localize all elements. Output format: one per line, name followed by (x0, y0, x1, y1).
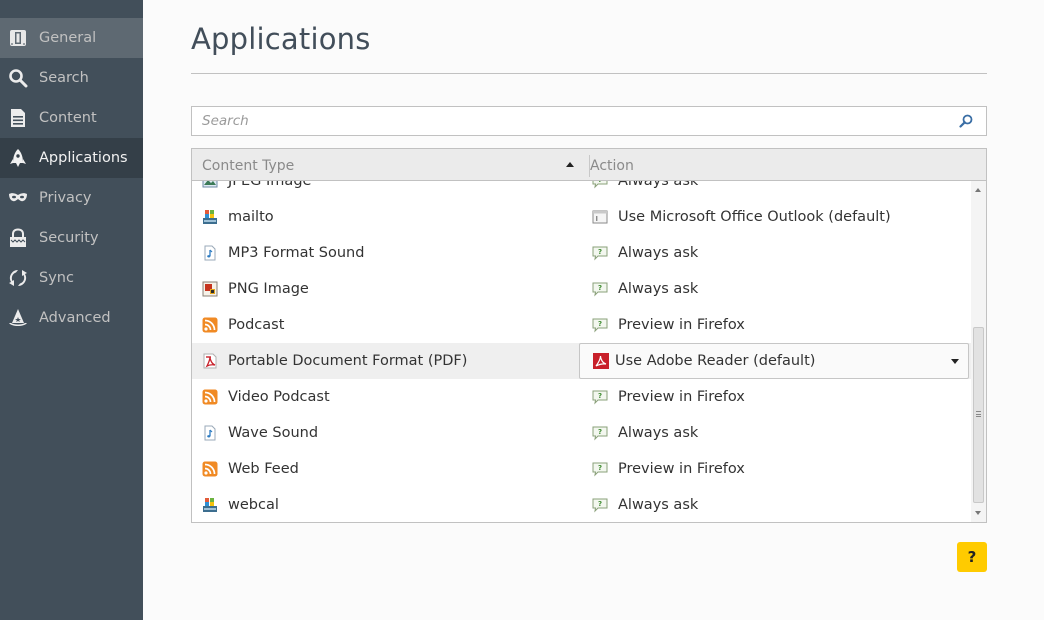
always-ask-icon (592, 497, 608, 513)
sidebar-item-privacy[interactable]: Privacy (0, 178, 143, 218)
security-icon (8, 228, 28, 248)
table-row[interactable]: PNG Image Always ask (192, 271, 971, 307)
always-ask-icon (592, 317, 608, 333)
adobe-reader-icon (593, 353, 609, 369)
general-icon (8, 28, 28, 48)
scroll-down-arrow-icon[interactable] (975, 511, 981, 515)
sidebar-item-search[interactable]: Search (0, 58, 143, 98)
table-header: Content Type Action (192, 149, 986, 181)
search-input[interactable] (192, 113, 958, 129)
sidebar-item-content[interactable]: Content (0, 98, 143, 138)
action-dropdown[interactable]: Use Adobe Reader (default) (579, 343, 969, 379)
sidebar-item-advanced[interactable]: Advanced (0, 298, 143, 338)
table-row[interactable]: MP3 Format Sound Always ask (192, 235, 971, 271)
content-type-label: Podcast (228, 317, 285, 333)
scroll-up-arrow-icon[interactable] (975, 188, 981, 192)
privacy-icon (8, 188, 28, 208)
always-ask-icon (592, 245, 608, 261)
page-title: Applications (191, 22, 371, 56)
sort-ascending-icon (566, 162, 574, 167)
sidebar-item-label: Applications (39, 150, 128, 166)
table-row[interactable]: Podcast Preview in Firefox (192, 307, 971, 343)
png-image-icon (202, 281, 218, 297)
action-label: Preview in Firefox (618, 389, 745, 405)
content-icon (8, 108, 28, 128)
action-label: Use Microsoft Office Outlook (default) (618, 209, 891, 225)
search-icon[interactable] (958, 113, 974, 129)
column-header-action[interactable]: Action (590, 149, 970, 181)
content-type-label: mailto (228, 209, 274, 225)
applications-icon (8, 148, 28, 168)
table-row[interactable]: Video Podcast Preview in Firefox (192, 379, 971, 415)
content-type-label: Wave Sound (228, 425, 319, 441)
help-button[interactable]: ? (957, 542, 987, 572)
table-row[interactable]: Web Feed Preview in Firefox (192, 451, 971, 487)
always-ask-icon (592, 425, 608, 441)
windows-app-icon (202, 209, 218, 225)
table-row[interactable]: Wave Sound Always ask (192, 415, 971, 451)
action-label: Always ask (618, 281, 699, 297)
content-type-label: Web Feed (228, 461, 299, 477)
content-type-label: PNG Image (228, 281, 309, 297)
sidebar-item-label: Advanced (39, 310, 111, 326)
rss-feed-icon (202, 389, 218, 405)
grip-icon (976, 411, 981, 417)
rss-feed-icon (202, 317, 218, 333)
sync-icon (8, 268, 28, 288)
table-row[interactable]: mailto Use Microsoft Office Outlook (def… (192, 199, 971, 235)
pdf-icon (202, 353, 218, 369)
sidebar-item-label: Security (39, 230, 99, 246)
sidebar-item-applications[interactable]: Applications (0, 138, 143, 178)
table-row[interactable]: webcal Always ask (192, 487, 971, 522)
sidebar-item-label: Content (39, 110, 97, 126)
always-ask-icon (592, 281, 608, 297)
chevron-down-icon (951, 359, 959, 364)
application-icon (592, 209, 608, 225)
advanced-icon (8, 308, 28, 328)
always-ask-icon (592, 461, 608, 477)
applications-table: Content Type Action JPEG Image Always as… (191, 148, 987, 523)
table-row-selected[interactable]: Portable Document Format (PDF) Use Adobe… (192, 343, 971, 379)
sidebar-item-label: General (39, 30, 97, 46)
content-type-label: webcal (228, 497, 279, 513)
rss-feed-icon (202, 461, 218, 477)
content-type-label: Portable Document Format (PDF) (228, 353, 468, 369)
sidebar: General Search Content Applications Priv… (0, 0, 143, 620)
audio-file-icon (202, 425, 218, 441)
column-header-content-type[interactable]: Content Type (202, 149, 582, 181)
action-label: Always ask (618, 425, 699, 441)
table-body: JPEG Image Always ask mailto Use Microso… (192, 163, 971, 522)
sidebar-item-label: Privacy (39, 190, 92, 206)
search-box[interactable] (191, 106, 987, 136)
action-label: Preview in Firefox (618, 317, 745, 333)
action-dropdown-value: Use Adobe Reader (default) (615, 353, 816, 369)
content-type-label: Video Podcast (228, 389, 330, 405)
always-ask-icon (592, 389, 608, 405)
windows-app-icon (202, 497, 218, 513)
action-label: Always ask (618, 497, 699, 513)
action-label: Preview in Firefox (618, 461, 745, 477)
search-icon (8, 68, 28, 88)
action-label: Always ask (618, 245, 699, 261)
content-type-label: MP3 Format Sound (228, 245, 365, 261)
scrollbar-thumb[interactable] (973, 327, 984, 503)
title-divider (191, 73, 987, 74)
sidebar-item-general[interactable]: General (0, 18, 143, 58)
sidebar-item-label: Search (39, 70, 89, 86)
sidebar-item-security[interactable]: Security (0, 218, 143, 258)
sidebar-item-label: Sync (39, 270, 74, 286)
vertical-scrollbar[interactable] (971, 181, 986, 522)
audio-file-icon (202, 245, 218, 261)
sidebar-item-sync[interactable]: Sync (0, 258, 143, 298)
